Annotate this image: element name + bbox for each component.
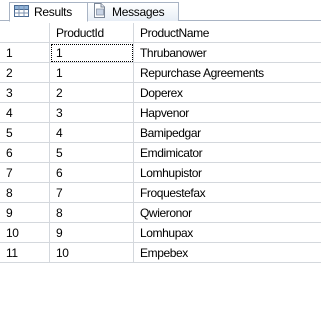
row-number[interactable]: 9 (0, 203, 50, 223)
column-header-productid[interactable]: ProductId (50, 23, 134, 43)
productid-cell[interactable]: 1 (50, 43, 134, 63)
table-row[interactable]: 1 1 Thrubanower (0, 43, 321, 63)
productid-cell[interactable]: 7 (50, 183, 134, 203)
header-row: ProductId ProductName (0, 23, 321, 43)
table-row[interactable]: 5 4 Bamipedgar (0, 123, 321, 143)
column-header-productname[interactable]: ProductName (134, 23, 321, 43)
row-number[interactable]: 4 (0, 103, 50, 123)
productname-cell[interactable]: Lomhupistor (134, 163, 321, 183)
tab-results[interactable]: Results (9, 2, 88, 22)
productname-cell[interactable]: Doperex (134, 83, 321, 103)
table-row[interactable]: 10 9 Lomhupax (0, 223, 321, 243)
tab-results-label: Results (34, 5, 72, 19)
row-number[interactable]: 6 (0, 143, 50, 163)
results-tabstrip: Results Messages (0, 0, 321, 22)
productname-cell[interactable]: Emdimicator (134, 143, 321, 163)
row-number[interactable]: 5 (0, 123, 50, 143)
table-row[interactable]: 6 5 Emdimicator (0, 143, 321, 163)
table-row[interactable]: 11 10 Empebex (0, 243, 321, 263)
row-number[interactable]: 11 (0, 243, 50, 263)
grid-icon (14, 4, 29, 20)
table-row[interactable]: 3 2 Doperex (0, 83, 321, 103)
row-number[interactable]: 10 (0, 223, 50, 243)
productid-cell[interactable]: 9 (50, 223, 134, 243)
table-row[interactable]: 2 1 Repurchase Agreements (0, 63, 321, 83)
table-row[interactable]: 8 7 Froquestefax (0, 183, 321, 203)
productname-cell[interactable]: Qwieronor (134, 203, 321, 223)
productname-cell[interactable]: Froquestefax (134, 183, 321, 203)
document-icon (92, 3, 107, 21)
productid-cell[interactable]: 2 (50, 83, 134, 103)
productname-cell[interactable]: Empebex (134, 243, 321, 263)
productname-cell[interactable]: Hapvenor (134, 103, 321, 123)
productname-cell[interactable]: Repurchase Agreements (134, 63, 321, 83)
results-grid[interactable]: ProductId ProductName 1 1 Thrubanower 2 … (0, 23, 321, 336)
productname-cell[interactable]: Lomhupax (134, 223, 321, 243)
table-row[interactable]: 4 3 Hapvenor (0, 103, 321, 123)
productid-cell[interactable]: 4 (50, 123, 134, 143)
row-header-corner[interactable] (0, 23, 50, 43)
productid-cell[interactable]: 8 (50, 203, 134, 223)
tab-messages[interactable]: Messages (88, 2, 179, 21)
productid-cell[interactable]: 1 (50, 63, 134, 83)
productname-cell[interactable]: Bamipedgar (134, 123, 321, 143)
row-number[interactable]: 1 (0, 43, 50, 63)
table-row[interactable]: 9 8 Qwieronor (0, 203, 321, 223)
productid-cell[interactable]: 10 (50, 243, 134, 263)
tab-messages-label: Messages (112, 5, 165, 19)
productid-cell[interactable]: 5 (50, 143, 134, 163)
row-number[interactable]: 3 (0, 83, 50, 103)
row-number[interactable]: 2 (0, 63, 50, 83)
productid-cell[interactable]: 6 (50, 163, 134, 183)
row-number[interactable]: 7 (0, 163, 50, 183)
row-number[interactable]: 8 (0, 183, 50, 203)
productname-cell[interactable]: Thrubanower (134, 43, 321, 63)
table-row[interactable]: 7 6 Lomhupistor (0, 163, 321, 183)
productid-cell[interactable]: 3 (50, 103, 134, 123)
